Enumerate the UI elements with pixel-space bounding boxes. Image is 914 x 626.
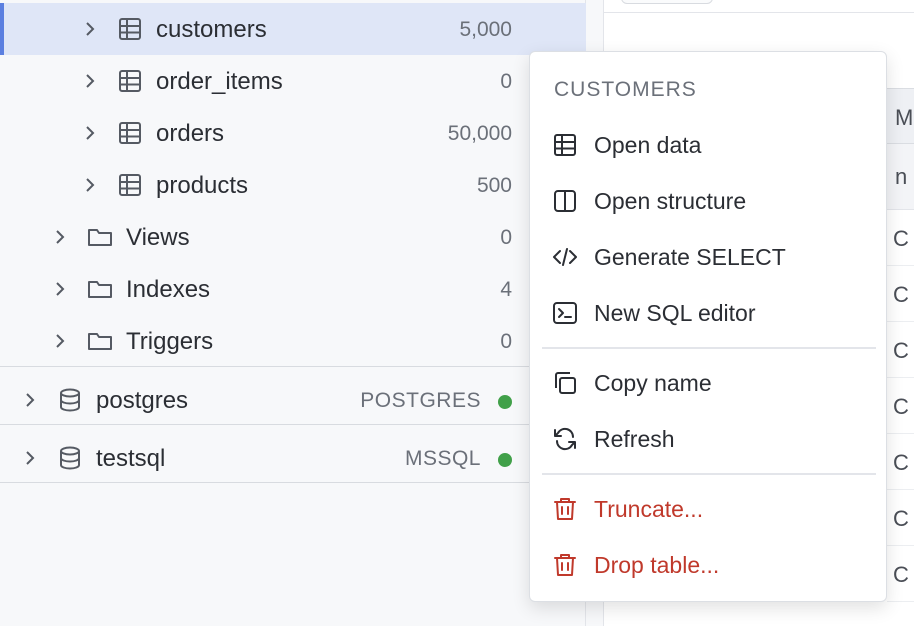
grid-cell[interactable]: C — [887, 490, 914, 546]
item-count: 0 — [500, 330, 512, 353]
menu-item-label: New SQL editor — [594, 300, 756, 326]
menu-item-label: Open structure — [594, 188, 747, 214]
row-count: 0 — [500, 70, 512, 93]
chevron-right-icon[interactable] — [52, 229, 68, 245]
connection-status-dot — [498, 395, 512, 409]
menu-item-label: Open data — [594, 132, 702, 158]
column-header[interactable]: M — [887, 88, 914, 144]
database-icon — [60, 388, 80, 412]
copy-icon — [555, 372, 576, 394]
grid-cell[interactable]: C — [887, 210, 914, 266]
divider — [604, 12, 914, 13]
tree-item-label: orders — [156, 120, 225, 147]
folder-icon — [88, 281, 112, 298]
chevron-right-icon[interactable] — [22, 392, 38, 408]
menu-item-drop-table[interactable]: Drop table... — [542, 540, 876, 590]
context-menu: CUSTOMERS Open data Open structure Gener… — [529, 51, 887, 602]
refresh-icon — [554, 427, 576, 451]
grid-cell[interactable]: C — [887, 378, 914, 434]
connection-type-badge: POSTGRES — [360, 389, 481, 412]
chevron-right-icon[interactable] — [52, 333, 68, 349]
menu-item-label: Refresh — [594, 426, 675, 452]
menu-item-open-data[interactable]: Open data — [542, 120, 876, 170]
tree-item-products[interactable]: products 500 — [0, 159, 586, 211]
chevron-right-icon[interactable] — [82, 21, 98, 37]
tree-item-label: order_items — [156, 68, 283, 95]
divider — [0, 366, 586, 367]
column-subheader-label: n — [895, 164, 908, 189]
terminal-icon — [553, 302, 577, 324]
database-explorer-sidebar: customers 5,000 order_items 0 orders 50,… — [0, 0, 586, 626]
code-icon — [553, 248, 577, 266]
table-icon — [119, 70, 141, 92]
context-menu-title: CUSTOMERS — [554, 78, 697, 101]
tree-item-orders[interactable]: orders 50,000 — [0, 107, 586, 159]
item-count: 0 — [500, 226, 512, 249]
cell-value: C — [893, 394, 909, 419]
tree-item-order-items[interactable]: order_items 0 — [0, 55, 586, 107]
cell-value: C — [893, 506, 909, 531]
grid-cell[interactable]: C — [887, 266, 914, 322]
table-icon — [119, 174, 141, 196]
tree-item-label: testsql — [96, 445, 166, 472]
chevron-right-icon[interactable] — [22, 450, 38, 466]
tree-folder-indexes[interactable]: Indexes 4 — [0, 263, 586, 315]
columns-icon — [554, 190, 576, 212]
connection-type-badge: MSSQL — [404, 447, 481, 470]
cell-value: C — [893, 282, 909, 307]
menu-separator — [542, 347, 876, 349]
column-subheader: n — [887, 144, 914, 210]
tree-item-label: customers — [156, 16, 267, 43]
table-icon — [554, 134, 576, 156]
tree-connection-testsql[interactable]: testsql MSSQL — [0, 432, 586, 484]
menu-item-label: Drop table... — [594, 552, 720, 578]
table-icon — [119, 122, 141, 144]
database-icon — [60, 446, 80, 470]
tree-connection-postgres[interactable]: postgres POSTGRES — [0, 374, 586, 426]
cell-value: C — [893, 562, 909, 587]
menu-item-refresh[interactable]: Refresh — [542, 414, 876, 464]
table-icon — [119, 18, 141, 40]
menu-separator — [542, 473, 876, 475]
grid-cell[interactable]: C — [887, 546, 914, 602]
chevron-right-icon[interactable] — [82, 125, 98, 141]
menu-item-truncate[interactable]: Truncate... — [542, 484, 876, 534]
column-header-label: M — [895, 105, 914, 130]
tree-item-label: postgres — [96, 387, 189, 414]
row-count: 5,000 — [459, 18, 512, 41]
cell-value: C — [893, 338, 909, 363]
tree-item-label: products — [156, 172, 249, 199]
tree-item-customers[interactable]: customers 5,000 — [0, 3, 586, 55]
chevron-right-icon[interactable] — [82, 73, 98, 89]
chevron-right-icon[interactable] — [52, 281, 68, 297]
chevron-right-icon[interactable] — [82, 177, 98, 193]
menu-item-copy-name[interactable]: Copy name — [542, 358, 876, 408]
row-count: 50,000 — [447, 122, 512, 145]
menu-item-label: Truncate... — [594, 496, 704, 522]
connection-status-dot — [498, 453, 512, 467]
item-count: 4 — [500, 278, 512, 301]
row-count: 500 — [476, 174, 512, 197]
trash-icon — [554, 554, 576, 576]
menu-item-label: Generate SELECT — [594, 244, 786, 270]
divider — [0, 424, 586, 425]
trash-icon — [554, 498, 576, 520]
grid-cell[interactable]: C — [887, 322, 914, 378]
tree-item-label: Views — [126, 224, 190, 251]
grid-cell[interactable]: C — [887, 434, 914, 490]
folder-icon — [88, 333, 112, 350]
folder-icon — [88, 229, 112, 246]
divider — [0, 482, 586, 483]
cell-value: C — [893, 450, 909, 475]
tree-folder-views[interactable]: Views 0 — [0, 211, 586, 263]
toolbar-button[interactable] — [621, 0, 713, 4]
menu-item-new-sql-editor[interactable]: New SQL editor — [542, 288, 876, 338]
menu-item-label: Copy name — [594, 370, 712, 396]
tree-item-label: Triggers — [126, 328, 214, 355]
tree-folder-triggers[interactable]: Triggers 0 — [0, 315, 586, 367]
menu-item-generate-select[interactable]: Generate SELECT — [542, 232, 876, 282]
tree-item-label: Indexes — [126, 276, 211, 303]
cell-value: C — [893, 226, 909, 251]
menu-item-open-structure[interactable]: Open structure — [542, 176, 876, 226]
